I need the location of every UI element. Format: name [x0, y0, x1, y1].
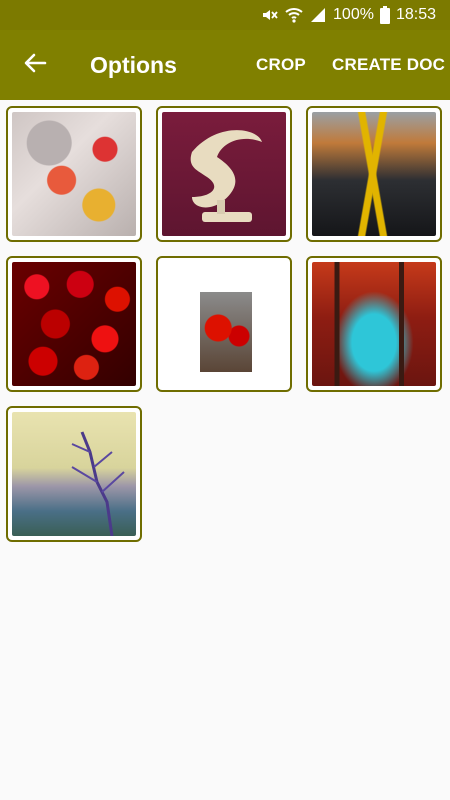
dolphin-sculpture-thumbnail: [162, 112, 286, 236]
battery-icon: [379, 6, 390, 24]
grid-item[interactable]: [156, 106, 292, 242]
cherries-small-thumbnail: [200, 292, 252, 372]
back-button[interactable]: [18, 48, 52, 82]
back-arrow-icon: [23, 51, 47, 80]
grid-item[interactable]: [156, 256, 292, 392]
grid-item[interactable]: [6, 406, 142, 542]
floral-pattern-thumbnail: [12, 112, 136, 236]
red-forest-thumbnail: [312, 262, 436, 386]
page-title: Options: [90, 52, 177, 78]
image-grid: [0, 100, 450, 560]
create-doc-button[interactable]: CREATE DOC: [332, 30, 445, 100]
battery-level: 100%: [333, 6, 374, 23]
grid-item[interactable]: [6, 106, 142, 242]
crop-button[interactable]: CROP: [256, 30, 306, 100]
tree-lake-thumbnail: [12, 412, 136, 537]
grid-item[interactable]: [6, 256, 142, 392]
signal-icon: [309, 6, 327, 24]
cherries-thumbnail: [12, 262, 136, 386]
status-icons: 100% 18:53: [261, 0, 436, 30]
wifi-icon: [285, 6, 303, 24]
clock: 18:53: [395, 6, 436, 23]
app-bar: Options CROP CREATE DOC: [0, 30, 450, 100]
autumn-road-thumbnail: [312, 112, 436, 236]
status-bar: 100% 18:53: [0, 0, 450, 30]
mute-icon: [261, 6, 279, 24]
grid-item[interactable]: [306, 256, 442, 392]
grid-item[interactable]: [306, 106, 442, 242]
